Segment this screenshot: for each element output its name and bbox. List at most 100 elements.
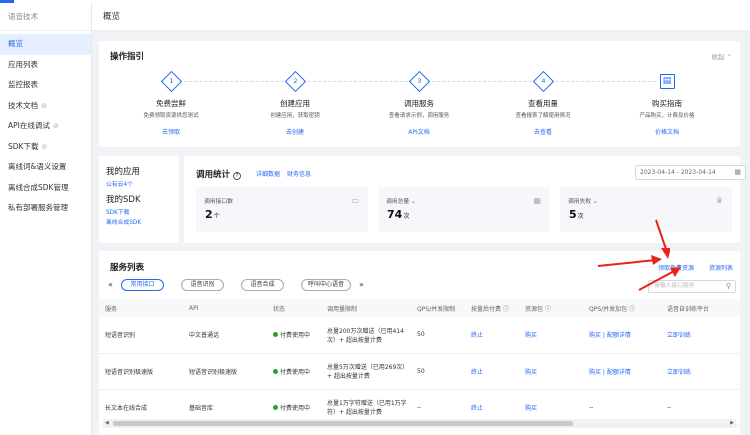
cell-qps: 50 — [411, 353, 465, 390]
double-left-arrow-icon[interactable]: « — [108, 280, 113, 289]
chevron-down-icon: ⌄ — [593, 199, 598, 205]
my-apps-count-link[interactable]: 公有云4个 — [106, 179, 179, 188]
tab-speech-synthesis[interactable]: 语音合成 — [241, 279, 284, 291]
grid-icon: ▦ — [533, 196, 541, 205]
step-number-icon: 2 — [284, 70, 306, 93]
stat-value: 5次 — [569, 208, 584, 221]
cell-qps: 50 — [411, 317, 465, 354]
collapse-toggle[interactable]: 收起 ⌃ — [711, 51, 732, 61]
sidebar-item-app-list[interactable]: 应用列表 — [0, 55, 91, 76]
stat-total-calls: 调用总量 ⌄ 74次 ▦ — [378, 187, 550, 232]
table-header: 服务 API 状态 调用量限制 QPS/并发限制 按量后付费 ⓘ 资源包 ⓘ Q… — [99, 299, 740, 317]
step-link-view[interactable]: 去查看 — [488, 127, 598, 136]
date-range-picker[interactable]: 2023-04-14 - 2023-04-14 ▦ — [635, 165, 746, 180]
crown-icon: ♛ — [715, 196, 723, 205]
cell-limit: 总量5万次赠送（已用269次）+ 超出按量计费 — [321, 353, 411, 390]
my-sdk-title: 我的SDK — [106, 195, 141, 205]
cell-api: 短语音识别极速版 — [183, 353, 267, 390]
guide-step-2: 2 创建应用 创建应用，获取密钥 去创建 — [240, 70, 350, 136]
collapse-label: 收起 — [711, 53, 725, 61]
sidebar-item-overview[interactable]: 概览 — [0, 34, 91, 55]
sidebar-item-monitor-report[interactable]: 监控报表 — [0, 75, 91, 96]
guide-step-4: 4 查看用量 查看报表了解使用情况 去查看 — [488, 70, 598, 136]
sdk-download-link[interactable]: SDK下载 — [106, 207, 179, 216]
sidebar-item-api-debug[interactable]: API在线调试 ⊘ — [0, 116, 91, 137]
column-header: 状态 — [267, 299, 321, 317]
sidebar-item-sdk-download[interactable]: SDK下载 ⊘ — [0, 137, 91, 158]
step-name: 创建应用 — [280, 99, 310, 108]
tab-call-center[interactable]: 呼叫中心语音 — [301, 279, 351, 291]
help-icon: ⓘ — [629, 305, 636, 313]
column-header: QPS/并发加包 ⓘ — [583, 299, 661, 317]
sidebar-item-label: 监控报表 — [8, 80, 38, 89]
step-desc: 查看请求示例，调用服务 — [388, 113, 450, 119]
status-dot-icon — [273, 332, 278, 338]
step-link-api-doc[interactable]: API文档 — [364, 127, 474, 136]
terminate-link[interactable]: 终止 — [465, 353, 519, 390]
table-row: 短语音识别极速版 短语音识别极速版 付费使用中 总量5万次赠送（已用269次）+… — [99, 353, 740, 390]
table-icon: ▭ — [351, 196, 359, 205]
column-header: 服务 — [99, 299, 183, 317]
finance-info-link[interactable]: 财务信息 — [287, 171, 311, 178]
sidebar-item-label: 私有部署服务管理 — [8, 203, 68, 212]
sidebar-item-offline-sdk[interactable]: 离线合成SDK管理 — [0, 178, 91, 199]
double-right-arrow-icon[interactable]: » — [359, 280, 364, 289]
date-range-value: 2023-04-14 - 2023-04-14 — [640, 169, 716, 176]
external-link-icon: ⊘ — [41, 142, 48, 151]
buy-package-link[interactable]: 购买 — [519, 353, 583, 390]
step-link-claim[interactable]: 去领取 — [116, 127, 226, 136]
status-dot-icon — [273, 404, 278, 410]
sidebar-item-label: 概览 — [8, 39, 23, 48]
help-icon: ⓘ — [502, 305, 509, 313]
step-desc: 免费领取资源供您测试 — [143, 113, 199, 119]
sidebar-item-private-deploy[interactable]: 私有部署服务管理 — [0, 198, 91, 219]
tab-common[interactable]: 常用接口 — [121, 279, 164, 291]
book-icon: ▤ — [659, 74, 675, 89]
stat-label: 调用接口数 — [204, 199, 233, 205]
stat-label: 调用总量 ⌄ — [386, 199, 416, 205]
annotation-arrow-up — [638, 267, 681, 291]
column-header: 按量后付费 ⓘ — [465, 299, 519, 317]
guide-card: 操作指引 收起 ⌃ 1 免费尝鲜 免费领取资源供您测试 去领取 2 创建应用 创… — [99, 41, 740, 147]
stat-value: 74次 — [387, 208, 410, 221]
sidebar-item-label: 离线合成SDK管理 — [8, 182, 69, 192]
cell-status: 付费使用中 — [267, 353, 321, 390]
cell-service: 短语音识别 — [99, 317, 183, 354]
cell-status: 付费使用中 — [267, 317, 321, 354]
train-now-link[interactable]: 立即训练 — [661, 353, 740, 390]
status-dot-icon — [273, 368, 278, 374]
step-link-create[interactable]: 去创建 — [240, 127, 350, 136]
guide-title: 操作指引 — [110, 52, 145, 62]
column-header: 资源包 ⓘ — [519, 299, 583, 317]
buy-package-link[interactable]: 购买 — [519, 317, 583, 354]
my-apps-title: 我的应用 — [106, 167, 141, 177]
scroll-left-arrow-icon[interactable]: ◀ — [105, 419, 109, 428]
service-table: 服务 API 状态 调用量限制 QPS/并发限制 按量后付费 ⓘ 资源包 ⓘ Q… — [99, 299, 740, 426]
qps-addon-links[interactable]: 购买 | 配额详情 — [583, 353, 661, 390]
detail-data-link[interactable]: 详细数据 — [256, 171, 280, 178]
sidebar-item-tech-docs[interactable]: 技术文档 ⊘ — [0, 96, 91, 117]
step-link-price-doc[interactable]: 价格文档 — [612, 127, 722, 136]
calendar-icon: ▦ — [734, 168, 741, 176]
sidebar-item-label: 离线词&语义设置 — [8, 162, 67, 171]
terminate-link[interactable]: 终止 — [465, 317, 519, 354]
guide-step-1: 1 免费尝鲜 免费领取资源供您测试 去领取 — [116, 70, 226, 136]
tab-speech-recognition[interactable]: 语音识别 — [181, 279, 224, 291]
resource-list-link[interactable]: 资源列表 — [709, 263, 733, 272]
sidebar-item-label: 技术文档 — [8, 100, 38, 110]
stats-title: 调用统计? — [196, 168, 242, 180]
help-icon: ⓘ — [544, 305, 551, 313]
service-list-title: 服务列表 — [110, 263, 145, 273]
help-icon[interactable]: ? — [233, 172, 242, 180]
scroll-right-arrow-icon[interactable]: ▶ — [730, 419, 734, 428]
train-now-link[interactable]: 立即训练 — [661, 317, 740, 354]
qps-addon-links[interactable]: 购买 | 配额详情 — [583, 317, 661, 354]
stat-value: 2个 — [205, 208, 220, 221]
sidebar-item-label: 应用列表 — [8, 59, 38, 69]
horizontal-scrollbar[interactable]: ◀ ▶ — [103, 419, 736, 428]
scrollbar-thumb[interactable] — [113, 421, 573, 426]
guide-step-3: 3 调用服务 查看请求示例，调用服务 API文档 — [364, 70, 474, 136]
offline-sdk-link[interactable]: 离线合成SDK — [106, 217, 179, 226]
step-name: 购买指南 — [652, 99, 682, 108]
sidebar-item-offline-words[interactable]: 离线词&语义设置 — [0, 157, 91, 178]
